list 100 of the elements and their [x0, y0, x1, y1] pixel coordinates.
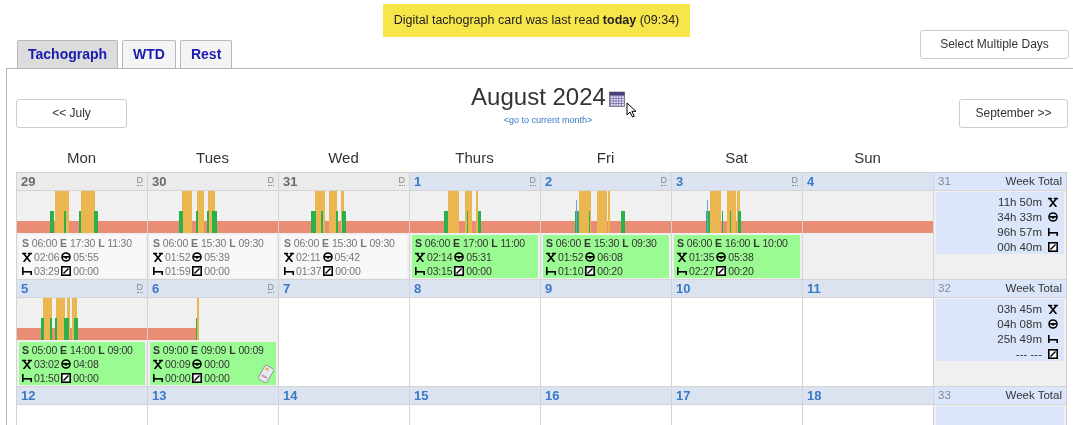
day-number[interactable]: 3 [676, 171, 684, 191]
summary-label: L [229, 235, 236, 250]
next-month-button[interactable]: September >> [959, 98, 1068, 128]
select-multiple-days-button[interactable]: Select Multiple Days [920, 29, 1069, 59]
day-number[interactable]: 29 [21, 171, 36, 191]
summary-value: 00:00 [204, 356, 230, 371]
day-number[interactable]: 12 [21, 385, 36, 405]
summary-label: E [322, 235, 329, 250]
week-total-value: 25h 49m [997, 331, 1042, 347]
detail-link[interactable]: D [529, 176, 536, 187]
summary-label: S [153, 342, 160, 357]
summary-label: L [98, 235, 105, 250]
summary-label: L [229, 342, 236, 357]
week-total-value: 04h 08m [997, 316, 1042, 332]
summary-value: 01:52 [558, 249, 584, 264]
summary-value: 09:00 [162, 342, 189, 357]
summary-value: 02:14 [427, 249, 453, 264]
bed-icon [22, 266, 32, 275]
summary-label: E [453, 235, 460, 250]
day-number[interactable]: 5 [21, 278, 29, 298]
week-number: 33 [938, 387, 951, 403]
summary-value: 00:09 [238, 342, 264, 357]
tab[interactable]: Tachograph [17, 39, 119, 68]
detail-link[interactable]: D [136, 283, 143, 294]
bed-icon [546, 266, 556, 275]
day-number[interactable]: 1 [414, 171, 422, 191]
summary-value: 09:30 [369, 235, 395, 250]
day-number[interactable]: 8 [414, 278, 422, 298]
summary-value: 14:00 [69, 342, 96, 357]
week-total-value: 96h 57m [997, 224, 1042, 240]
summary-value: 05:55 [73, 249, 99, 264]
detail-link[interactable]: D [267, 176, 274, 187]
day-number[interactable]: 6 [152, 278, 160, 298]
week-total-value: 34h 33m [997, 209, 1042, 225]
day-number[interactable]: 4 [807, 171, 815, 191]
day-number[interactable]: 17 [676, 385, 691, 405]
weekday-header: Mon [66, 147, 97, 168]
week-total-value: 11h 50m [998, 194, 1042, 210]
week-number: 31 [938, 173, 951, 189]
steering-wheel-icon [585, 251, 596, 262]
summary-label: S [677, 235, 684, 250]
day-number[interactable]: 30 [152, 171, 167, 191]
summary-value: 17:00 [462, 235, 489, 250]
bed-icon [415, 266, 425, 275]
weekday-header: Thurs [455, 147, 494, 168]
day-number[interactable]: 13 [152, 385, 167, 405]
summary-value: 05:38 [728, 249, 754, 264]
summary-value: 02:27 [689, 263, 715, 278]
calendar-icon[interactable] [608, 90, 625, 107]
bed-icon [22, 373, 32, 382]
day-number[interactable]: 18 [807, 385, 822, 405]
day-number[interactable]: 14 [283, 385, 298, 405]
slashed-square-icon [585, 265, 596, 276]
day-number[interactable]: 16 [545, 385, 560, 405]
summary-value: 00:00 [73, 263, 99, 278]
summary-value: 06:00 [555, 235, 582, 250]
summary-label: L [98, 342, 105, 357]
bed-icon [284, 266, 294, 275]
steering-wheel-icon [61, 358, 72, 369]
previous-month-button[interactable]: << July [16, 98, 127, 128]
day-number[interactable]: 7 [283, 278, 291, 298]
summary-value: 05:31 [466, 249, 492, 264]
summary-value: 05:42 [334, 249, 360, 264]
day-number[interactable]: 31 [283, 171, 298, 191]
detail-link[interactable]: D [398, 176, 405, 187]
detail-link[interactable]: D [267, 283, 274, 294]
tab[interactable]: Rest [179, 39, 233, 68]
day-number[interactable]: 11 [807, 278, 821, 298]
month-title: August 2024 [471, 81, 606, 112]
summary-value: 06:08 [597, 249, 623, 264]
summary-value: 00:00 [335, 263, 361, 278]
detail-link[interactable]: D [136, 176, 143, 187]
summary-value: 03:29 [34, 263, 60, 278]
day-number[interactable]: 10 [676, 278, 691, 298]
summary-value: 01:35 [689, 249, 715, 264]
day-number[interactable]: 2 [545, 171, 553, 191]
week-total-value: 00h 40m [997, 239, 1042, 255]
tab[interactable]: WTD [122, 39, 176, 68]
summary-label: E [60, 235, 67, 250]
detail-link[interactable]: D [660, 176, 667, 187]
summary-label: S [415, 235, 422, 250]
weekday-header: Fri [596, 147, 615, 168]
week-total-value: 03h 45m [997, 301, 1042, 317]
summary-label: S [22, 342, 29, 357]
day-number[interactable]: 15 [414, 385, 429, 405]
weekday-header: Sat [725, 147, 748, 168]
summary-label: S [153, 235, 160, 250]
summary-value: 09:30 [631, 235, 657, 250]
summary-value: 06:00 [162, 235, 189, 250]
summary-value: 01:37 [296, 263, 322, 278]
detail-link[interactable]: D [791, 176, 798, 187]
week-total-label: Week Total [1005, 387, 1062, 403]
summary-value: 00:20 [597, 263, 623, 278]
weekday-header: Tues [196, 147, 229, 168]
steering-wheel-icon [454, 251, 465, 262]
summary-value: 09:30 [238, 235, 264, 250]
summary-label: L [360, 235, 367, 250]
summary-value: 15:30 [200, 235, 227, 250]
day-number[interactable]: 9 [545, 278, 553, 298]
current-month-link[interactable]: <go to current month> [503, 113, 593, 128]
